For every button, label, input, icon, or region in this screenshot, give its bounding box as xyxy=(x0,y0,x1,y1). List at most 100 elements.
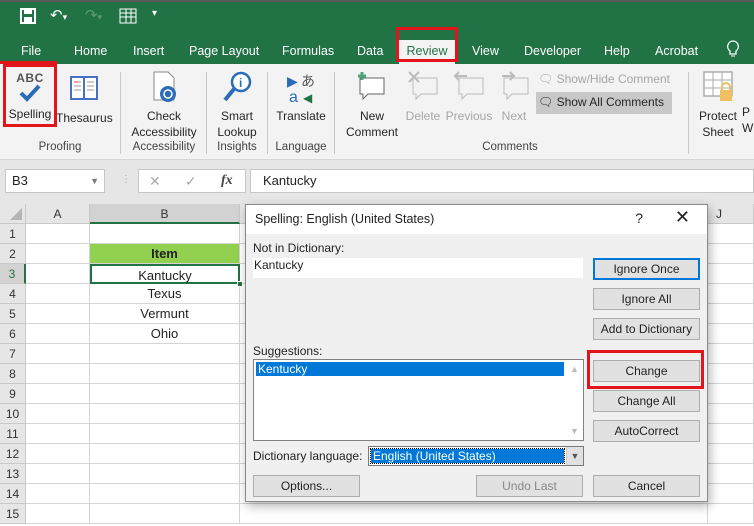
suggestion-item[interactable]: Kentucky xyxy=(256,362,564,376)
customize-qat-icon[interactable]: ▾ xyxy=(152,8,157,19)
name-box[interactable]: B3 ▼ xyxy=(5,169,105,193)
cell-a3[interactable] xyxy=(26,264,90,284)
tab-data[interactable]: Data xyxy=(355,40,385,64)
options-button[interactable]: Options... xyxy=(253,475,360,497)
save-icon[interactable] xyxy=(20,8,36,28)
cell-b12[interactable] xyxy=(90,444,240,464)
cell-a2[interactable] xyxy=(26,244,90,264)
cell-b3[interactable]: Kantucky xyxy=(90,264,240,284)
formula-bar-grip[interactable]: ⋮ xyxy=(121,174,131,185)
cell-b13[interactable] xyxy=(90,464,240,484)
cell-a7[interactable] xyxy=(26,344,90,364)
cell-a11[interactable] xyxy=(26,424,90,444)
cell-a5[interactable] xyxy=(26,304,90,324)
cell-b8[interactable] xyxy=(90,364,240,384)
dictionary-language-select[interactable]: English (United States) ▼ xyxy=(368,446,584,466)
cell-j6[interactable] xyxy=(708,324,754,344)
close-icon[interactable]: ✕ xyxy=(675,207,690,228)
smart-lookup-button[interactable]: i Smart Lookup xyxy=(212,68,262,140)
change-button[interactable]: Change xyxy=(593,360,700,382)
cell-j3[interactable] xyxy=(708,264,754,284)
row-header[interactable]: 5 xyxy=(0,304,26,324)
cell-b6[interactable]: Ohio xyxy=(90,324,240,344)
cell-a6[interactable] xyxy=(26,324,90,344)
spelling-button[interactable]: ABC Spelling xyxy=(6,68,54,128)
next-comment-button[interactable]: Next xyxy=(496,68,532,128)
translate-button[interactable]: ▶ あ a ◀ Translate xyxy=(272,68,330,128)
row-header[interactable]: 14 xyxy=(0,484,26,504)
ignore-all-button[interactable]: Ignore All xyxy=(593,288,700,310)
cell-b7[interactable] xyxy=(90,344,240,364)
tab-help[interactable]: Help xyxy=(602,40,632,64)
new-comment-button[interactable]: New Comment xyxy=(340,68,404,140)
row-header[interactable]: 9 xyxy=(0,384,26,404)
insert-function-icon[interactable]: fx xyxy=(221,173,233,189)
form-icon[interactable] xyxy=(119,8,137,28)
row-header[interactable]: 7 xyxy=(0,344,26,364)
cell-a12[interactable] xyxy=(26,444,90,464)
ignore-once-button[interactable]: Ignore Once xyxy=(593,258,700,280)
cell-j11[interactable] xyxy=(708,424,754,444)
redo-icon[interactable]: ↷▾ xyxy=(85,6,102,24)
change-all-button[interactable]: Change All xyxy=(593,390,700,412)
tab-page-layout[interactable]: Page Layout xyxy=(187,40,261,64)
row-header[interactable]: 10 xyxy=(0,404,26,424)
tab-home[interactable]: Home xyxy=(72,40,109,64)
row-header[interactable]: 2 xyxy=(0,244,26,264)
cell-j14[interactable] xyxy=(708,484,754,504)
cell-b11[interactable] xyxy=(90,424,240,444)
cell-j5[interactable] xyxy=(708,304,754,324)
row-header[interactable]: 13 xyxy=(0,464,26,484)
cancel-button[interactable]: Cancel xyxy=(593,475,700,497)
fill-handle[interactable] xyxy=(237,281,243,287)
cell-i15[interactable] xyxy=(240,504,708,524)
tab-acrobat[interactable]: Acrobat xyxy=(653,40,700,64)
chevron-down-icon[interactable]: ▼ xyxy=(570,426,579,436)
cell-b10[interactable] xyxy=(90,404,240,424)
cell-a13[interactable] xyxy=(26,464,90,484)
cell-b4[interactable]: Texus xyxy=(90,284,240,304)
cell-j1[interactable] xyxy=(708,224,754,244)
row-header[interactable]: 6 xyxy=(0,324,26,344)
previous-comment-button[interactable]: Previous xyxy=(444,68,494,128)
enter-icon[interactable]: ✓ xyxy=(185,173,197,190)
cell-a10[interactable] xyxy=(26,404,90,424)
column-header-b[interactable]: B xyxy=(90,204,240,224)
column-header-a[interactable]: A xyxy=(26,204,90,224)
cell-j8[interactable] xyxy=(708,364,754,384)
protect-workbook-button[interactable]: P W xyxy=(742,104,754,140)
check-accessibility-button[interactable]: Check Accessibility xyxy=(126,68,202,140)
cell-j13[interactable] xyxy=(708,464,754,484)
show-all-comments-button[interactable]: 🗨 Show All Comments xyxy=(536,92,672,114)
cell-b9[interactable] xyxy=(90,384,240,404)
formula-input[interactable]: Kantucky xyxy=(250,169,754,193)
delete-comment-button[interactable]: Delete xyxy=(404,68,442,128)
row-header[interactable]: 4 xyxy=(0,284,26,304)
not-in-dictionary-field[interactable]: Kantucky xyxy=(253,258,583,278)
protect-sheet-button[interactable]: Protect Sheet xyxy=(694,68,742,140)
autocorrect-button[interactable]: AutoCorrect xyxy=(593,420,700,442)
row-header[interactable]: 15 xyxy=(0,504,26,524)
cell-a8[interactable] xyxy=(26,364,90,384)
cancel-icon[interactable]: ✕ xyxy=(149,173,161,190)
undo-icon[interactable]: ↶▾ xyxy=(50,6,67,24)
chevron-down-icon[interactable]: ▼ xyxy=(566,447,583,465)
cell-j15[interactable] xyxy=(708,504,754,524)
tab-insert[interactable]: Insert xyxy=(131,40,166,64)
cell-j10[interactable] xyxy=(708,404,754,424)
cell-j12[interactable] xyxy=(708,444,754,464)
chevron-up-icon[interactable]: ▲ xyxy=(570,364,579,374)
cell-a9[interactable] xyxy=(26,384,90,404)
select-all-corner[interactable] xyxy=(0,204,26,224)
row-header[interactable]: 11 xyxy=(0,424,26,444)
row-header[interactable]: 1 xyxy=(0,224,26,244)
cell-a14[interactable] xyxy=(26,484,90,504)
lightbulb-icon[interactable] xyxy=(724,40,742,64)
cell-j7[interactable] xyxy=(708,344,754,364)
add-to-dictionary-button[interactable]: Add to Dictionary xyxy=(593,318,700,340)
cell-j4[interactable] xyxy=(708,284,754,304)
cell-b14[interactable] xyxy=(90,484,240,504)
cell-j9[interactable] xyxy=(708,384,754,404)
show-hide-comment-button[interactable]: 🗨 Show/Hide Comment xyxy=(538,71,678,89)
cell-b15[interactable] xyxy=(90,504,240,524)
